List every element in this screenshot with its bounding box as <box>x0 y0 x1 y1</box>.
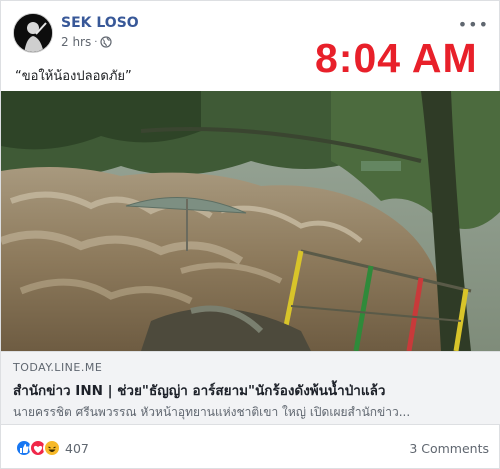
meta-separator: · <box>94 36 98 48</box>
author-name[interactable]: SEK LOSO <box>61 15 139 31</box>
link-domain: TODAY.LINE.ME <box>13 361 103 374</box>
link-title[interactable]: สำนักข่าว INN | ช่วย"ธัญญ่า อาร์สยาม"นัก… <box>13 379 385 401</box>
post-card: SEK LOSO 2 hrs · ••• 8:04 AM “ขอให้น้องป… <box>0 0 500 469</box>
more-options-icon[interactable]: ••• <box>458 15 489 34</box>
globe-icon[interactable] <box>100 36 113 48</box>
link-description: นายครรชิต ศรีนพวรรณ หัวหน้าอุทยานแห่งชาต… <box>13 405 411 419</box>
post-time[interactable]: 2 hrs <box>61 35 91 49</box>
reactions-summary[interactable]: 407 <box>15 439 89 457</box>
post-caption: “ขอให้น้องปลอดภัย” <box>15 69 132 84</box>
clock-overlay: 8:04 AM <box>315 35 478 81</box>
engagement-bar: 407 3 Comments <box>1 425 500 469</box>
link-preview[interactable]: TODAY.LINE.ME สำนักข่าว INN | ช่วย"ธัญญ่… <box>1 351 500 425</box>
reaction-count: 407 <box>65 440 89 456</box>
haha-icon <box>43 439 61 457</box>
post-image-flood[interactable] <box>1 91 500 351</box>
post-meta: 2 hrs · <box>61 35 113 49</box>
author-avatar[interactable] <box>13 13 53 53</box>
comments-count-link[interactable]: 3 Comments <box>409 441 489 456</box>
